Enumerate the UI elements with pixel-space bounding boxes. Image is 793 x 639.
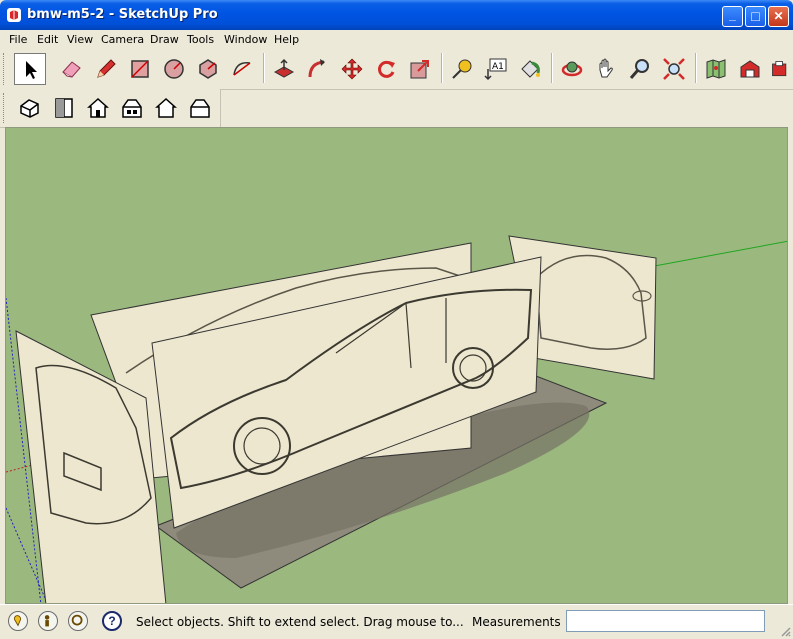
rectangle-tool-button[interactable] <box>124 53 156 85</box>
tape-measure-tool-button[interactable] <box>446 53 478 85</box>
maximize-button[interactable]: □ <box>745 6 766 27</box>
scale-icon <box>410 60 429 79</box>
pencil-icon <box>97 59 116 78</box>
menu-file[interactable]: File <box>9 33 27 46</box>
text-tool-button[interactable]: A1 <box>480 53 512 85</box>
top-view-icon <box>55 98 73 118</box>
measurements-input[interactable] <box>566 610 765 632</box>
follow-me-icon <box>308 59 325 78</box>
minimize-icon: _ <box>729 8 736 22</box>
close-button[interactable]: ✕ <box>768 6 789 27</box>
polygon-tool-button[interactable] <box>192 53 224 85</box>
toolbar-separator <box>441 53 443 83</box>
menu-tools[interactable]: Tools <box>187 33 214 46</box>
circle-icon <box>164 59 184 79</box>
orbit-icon <box>561 61 583 77</box>
help-glyph: ? <box>108 614 116 628</box>
geo-location-icon[interactable] <box>8 611 28 631</box>
arrow-cursor-icon <box>26 61 37 79</box>
zoom-tool-button[interactable] <box>624 53 656 85</box>
credits-icon[interactable] <box>38 611 58 631</box>
paint-bucket-icon <box>521 60 540 78</box>
menu-help[interactable]: Help <box>274 33 299 46</box>
rotate-icon <box>378 60 395 78</box>
drawing-viewport[interactable] <box>5 127 788 604</box>
resize-grip-icon[interactable] <box>779 625 791 637</box>
warehouse-icon <box>740 60 760 78</box>
pan-hand-icon <box>599 58 613 78</box>
map-tool-button[interactable] <box>700 53 732 85</box>
zoom-magnifier-icon <box>629 59 649 79</box>
views-toolbar <box>0 89 221 128</box>
paint-bucket-tool-button[interactable] <box>514 53 546 85</box>
text-label-icon: A1 <box>484 58 507 81</box>
follow-me-tool-button[interactable] <box>302 53 334 85</box>
menu-camera[interactable]: Camera <box>101 33 144 46</box>
back-view-button[interactable] <box>150 92 182 124</box>
iso-view-button[interactable] <box>14 92 46 124</box>
title-bar: bmw-m5-2 - SketchUp Pro _ □ ✕ <box>0 0 793 30</box>
scale-tool-button[interactable] <box>404 53 436 85</box>
polygon-icon <box>199 59 217 79</box>
measurements-label: Measurements <box>472 615 561 629</box>
right-view-icon <box>122 99 142 118</box>
text-tool-label: A1 <box>492 62 504 72</box>
left-view-icon <box>190 99 210 118</box>
menu-window[interactable]: Window <box>224 33 267 46</box>
toolbar-separator <box>695 53 697 83</box>
toolbar-separator <box>263 53 265 83</box>
select-tool-button[interactable] <box>14 53 46 85</box>
eraser-icon <box>62 61 81 78</box>
tape-measure-icon <box>452 59 472 79</box>
maximize-icon: □ <box>751 8 760 24</box>
push-pull-icon <box>273 58 295 78</box>
circle-tool-button[interactable] <box>158 53 190 85</box>
extension-tool-button[interactable] <box>768 53 793 85</box>
orbit-tool-button[interactable] <box>556 53 588 85</box>
toolbar-grip[interactable] <box>3 53 7 85</box>
menu-bar: File Edit View Camera Draw Tools Window … <box>0 30 793 48</box>
top-view-button[interactable] <box>48 92 80 124</box>
zoom-extents-icon <box>663 58 685 80</box>
arc-tool-button[interactable] <box>226 53 258 85</box>
arc-icon <box>233 62 251 76</box>
menu-draw[interactable]: Draw <box>150 33 179 46</box>
rectangle-icon <box>131 60 149 78</box>
eraser-tool-button[interactable] <box>56 53 88 85</box>
toolbar-grip[interactable] <box>3 93 7 123</box>
menu-edit[interactable]: Edit <box>37 33 58 46</box>
extension-icon <box>772 61 787 77</box>
model-canvas[interactable] <box>6 128 788 604</box>
front-view-button[interactable] <box>82 92 114 124</box>
push-pull-tool-button[interactable] <box>268 53 300 85</box>
status-bar: ? Select objects. Shift to extend select… <box>0 604 793 639</box>
status-message: Select objects. Shift to extend select. … <box>136 615 464 629</box>
zoom-extents-tool-button[interactable] <box>658 53 690 85</box>
warehouse-tool-button[interactable] <box>734 53 766 85</box>
move-tool-button[interactable] <box>336 53 368 85</box>
menu-view[interactable]: View <box>67 33 93 46</box>
pan-tool-button[interactable] <box>590 53 622 85</box>
help-icon[interactable]: ? <box>102 611 122 631</box>
front-view-icon <box>87 97 109 118</box>
signin-icon[interactable] <box>68 611 88 631</box>
right-view-button[interactable] <box>116 92 148 124</box>
iso-view-icon <box>20 99 39 118</box>
close-icon: ✕ <box>773 9 784 23</box>
rotate-tool-button[interactable] <box>370 53 402 85</box>
pencil-tool-button[interactable] <box>90 53 122 85</box>
main-toolbar: A1 <box>0 49 793 90</box>
minimize-button[interactable]: _ <box>722 6 743 27</box>
window-title: bmw-m5-2 - SketchUp Pro <box>27 7 218 22</box>
move-icon <box>341 58 363 80</box>
left-view-button[interactable] <box>184 92 216 124</box>
sketchup-logo-icon <box>7 8 21 22</box>
map-icon <box>706 59 726 79</box>
back-view-icon <box>155 97 177 118</box>
toolbar-separator <box>551 53 553 83</box>
